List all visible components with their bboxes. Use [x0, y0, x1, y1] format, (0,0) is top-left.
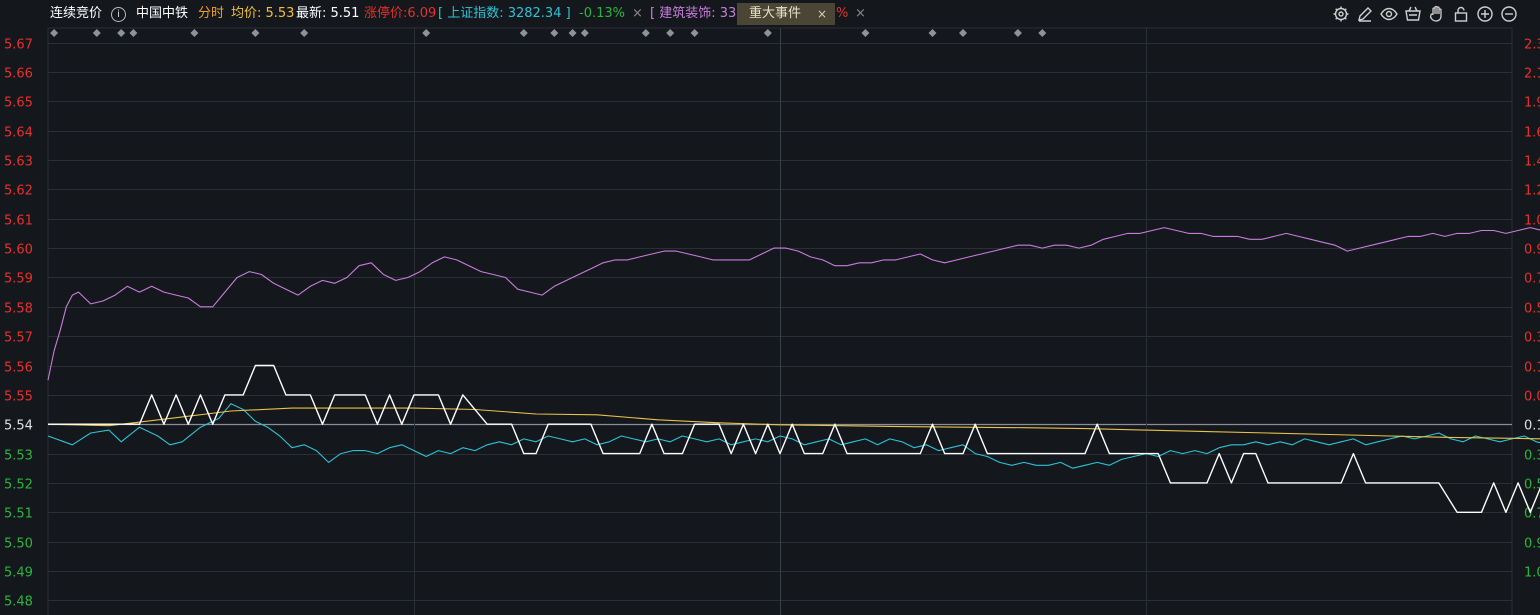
- y-tick-label: 5.55: [4, 390, 33, 405]
- event-marker: [92, 29, 101, 37]
- y2-tick-label: 0.3: [1524, 331, 1540, 346]
- y-tick-label: 5.50: [4, 537, 33, 552]
- event-marker: [117, 29, 126, 37]
- y2-tick-label: 0.0: [1524, 390, 1540, 405]
- y2-tick-label: 2.1: [1524, 67, 1540, 82]
- close-sector-icon[interactable]: ×: [855, 6, 866, 21]
- y-axis-right: 2.3 2.1 1.9 1.6 1.4 1.2 1.0 0.9 0.7 0.5 0.3 0.1 0.0 0…: [1524, 38, 1540, 581]
- stock-name: 中国中铁: [136, 6, 189, 21]
- event-marker: [580, 29, 589, 37]
- event-marker: [190, 29, 199, 37]
- y2-tick-label: 2.3: [1524, 38, 1540, 53]
- event-marker: [928, 29, 937, 37]
- y-axis-left: 5.67 5.66 5.65 5.64 5.63 5.62 5.61 5.60 5.59 5.58…: [4, 38, 33, 610]
- grid-lines: [47, 27, 1513, 615]
- y-tick-label: 5.54: [4, 419, 33, 434]
- event-marker: [641, 29, 650, 37]
- sector-change-tail: %: [836, 6, 849, 21]
- event-marker: [519, 29, 528, 37]
- event-marker: [50, 29, 59, 37]
- event-marker: [568, 29, 577, 37]
- gear-icon[interactable]: [1332, 5, 1350, 23]
- event-marker: [550, 29, 559, 37]
- major-events-button[interactable]: 重大事件 ×: [737, 3, 835, 25]
- y2-tick-label: 0.1: [1524, 419, 1540, 434]
- major-events-label: 重大事件: [749, 6, 802, 21]
- y-tick-label: 5.59: [4, 272, 33, 287]
- info-icon[interactable]: i: [111, 7, 126, 22]
- y-tick-label: 5.53: [4, 449, 33, 464]
- price-line: [48, 364, 1540, 513]
- y2-tick-label: 1.4: [1524, 155, 1540, 170]
- sector-label: [ 建筑装饰: 33: [650, 6, 737, 21]
- chart-header: 连续竞价 i 中国中铁 分时 均价: 5.53 最新: 5.51 涨停价:6.0…: [0, 0, 1540, 28]
- index-change: -0.13%: [579, 6, 625, 21]
- event-marker: [690, 29, 699, 37]
- y-tick-label: 5.52: [4, 478, 33, 493]
- intraday-chart-window: 5.67 5.66 5.65 5.64 5.63 5.62 5.61 5.60 5.59 5.58…: [0, 0, 1540, 615]
- event-marker: [1013, 29, 1022, 37]
- y-tick-label: 5.63: [4, 155, 33, 170]
- sector-line: [47, 227, 1540, 381]
- event-marker: [1038, 29, 1047, 37]
- y2-tick-label: 1.0: [1524, 566, 1540, 581]
- close-index-icon[interactable]: ×: [632, 6, 643, 21]
- chart-toolbar: [1332, 5, 1528, 25]
- zoom-out-icon[interactable]: [1500, 5, 1518, 23]
- y2-tick-label: 0.5: [1524, 478, 1540, 493]
- y-tick-label: 5.58: [4, 302, 33, 317]
- y2-tick-label: 0.5: [1524, 302, 1540, 317]
- y-tick-label: 5.57: [4, 331, 33, 346]
- y-tick-label: 5.49: [4, 566, 33, 581]
- event-marker: [763, 29, 772, 37]
- zoom-in-icon[interactable]: [1476, 5, 1494, 23]
- y2-tick-label: 0.1: [1524, 361, 1540, 376]
- eye-icon[interactable]: [1380, 5, 1398, 23]
- y-tick-label: 5.65: [4, 96, 33, 111]
- basket-icon[interactable]: [1404, 5, 1422, 23]
- y-tick-label: 5.64: [4, 126, 33, 141]
- y2-tick-label: 0.9: [1524, 243, 1540, 258]
- period-label[interactable]: 分时: [198, 6, 224, 22]
- y-tick-label: 5.56: [4, 361, 33, 376]
- event-marker: [300, 29, 309, 37]
- pen-icon[interactable]: [1356, 5, 1374, 23]
- y-tick-label: 5.48: [4, 595, 33, 610]
- lock-icon[interactable]: [1452, 5, 1470, 23]
- y-tick-label: 5.62: [4, 184, 33, 199]
- y2-tick-label: 1.2: [1524, 184, 1540, 199]
- event-marker: [422, 29, 431, 37]
- event-marker: [861, 29, 870, 37]
- index-label: [ 上证指数: 3282.34 ]: [438, 6, 571, 21]
- y2-tick-label: 1.9: [1524, 96, 1540, 111]
- y2-tick-label: 1.6: [1524, 126, 1540, 141]
- latest-price-label: 最新: 5.51: [296, 6, 360, 21]
- y2-tick-label: 1.0: [1524, 214, 1540, 229]
- hand-icon[interactable]: [1428, 5, 1446, 23]
- y-tick-label: 5.61: [4, 214, 33, 229]
- y-tick-label: 5.67: [4, 38, 33, 53]
- y-tick-label: 5.66: [4, 67, 33, 82]
- avg-price-label: 均价: 5.53: [231, 6, 295, 21]
- event-marker: [251, 29, 260, 37]
- event-markers: [50, 29, 1047, 37]
- index-line: [47, 403, 1540, 469]
- limit-up-label: 涨停价:6.09: [364, 6, 437, 21]
- y2-tick-label: 0.9: [1524, 537, 1540, 552]
- event-marker: [959, 29, 967, 37]
- event-marker: [129, 29, 138, 37]
- y-tick-label: 5.60: [4, 243, 33, 258]
- y2-tick-label: 0.3: [1524, 449, 1540, 464]
- auction-mode-label: 连续竞价: [50, 6, 103, 21]
- event-marker: [666, 29, 675, 37]
- intraday-chart[interactable]: 5.67 5.66 5.65 5.64 5.63 5.62 5.61 5.60 5.59 5.58…: [0, 0, 1540, 615]
- close-events-icon[interactable]: ×: [817, 3, 827, 25]
- y-tick-label: 5.51: [4, 507, 33, 522]
- y2-tick-label: 0.7: [1524, 272, 1540, 287]
